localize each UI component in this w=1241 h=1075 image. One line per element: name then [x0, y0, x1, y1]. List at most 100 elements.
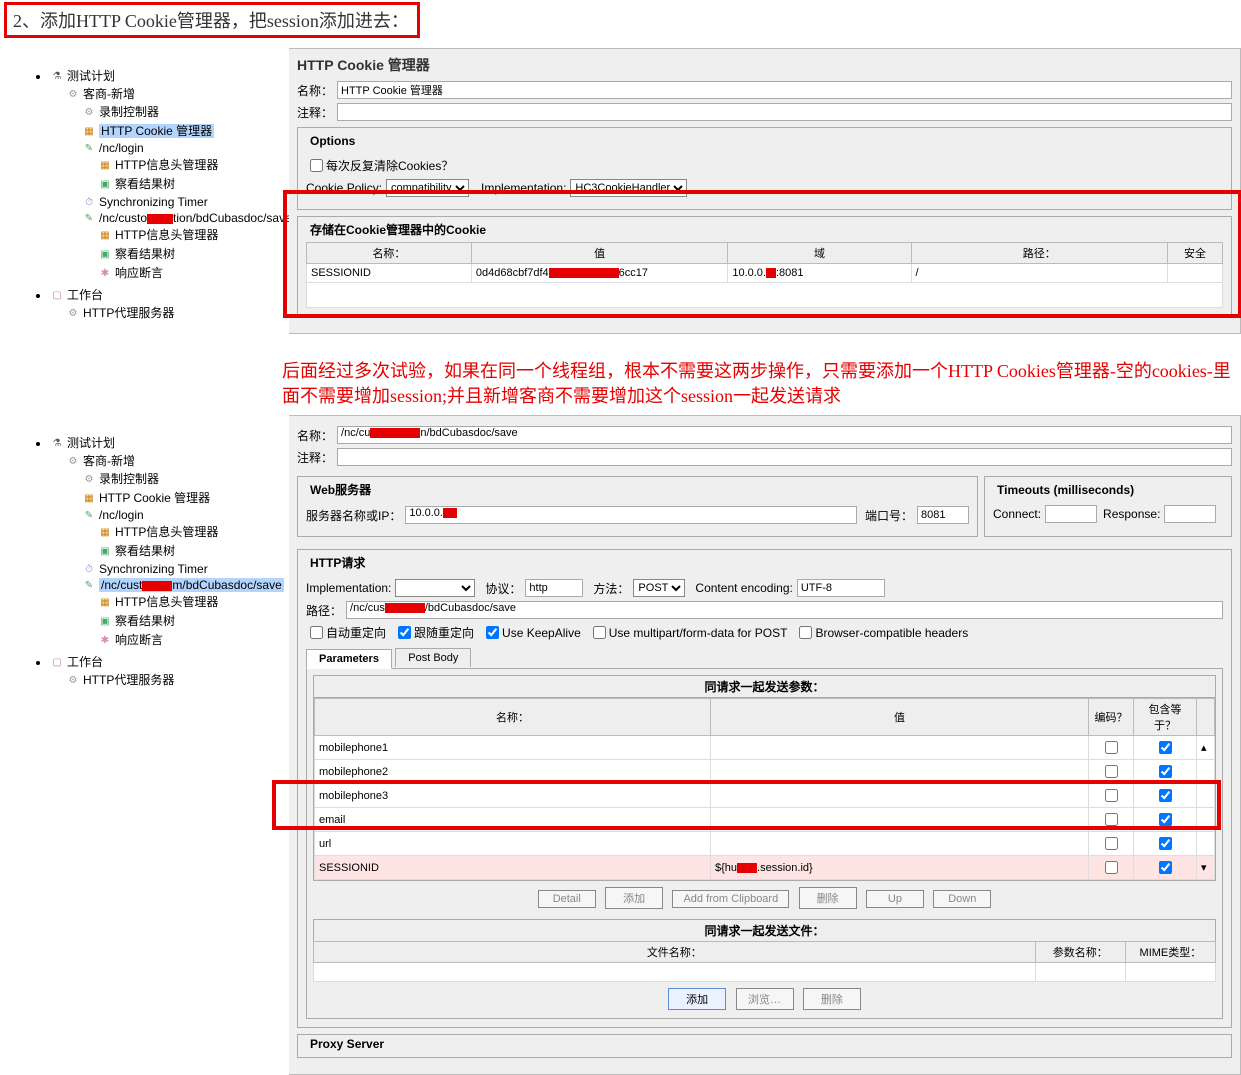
scroll-up-icon[interactable]: ▴: [1201, 742, 1207, 754]
protocol-input[interactable]: [525, 579, 583, 597]
name-input[interactable]: [337, 81, 1232, 99]
tree-header-mgr-2[interactable]: HTTP信息头管理器: [115, 228, 218, 242]
encode-checkbox[interactable]: [1105, 765, 1118, 778]
add-file-button[interactable]: 添加: [668, 988, 726, 1010]
param-row[interactable]: url: [315, 832, 1215, 856]
response-input[interactable]: [1164, 505, 1216, 523]
tree-save-req-sel[interactable]: /nc/custm/bdCubasdoc/save: [99, 578, 284, 592]
param-value[interactable]: ${hu.session.id}: [711, 856, 1089, 880]
tree-timer[interactable]: Synchronizing Timer: [99, 562, 208, 576]
equals-checkbox[interactable]: [1159, 765, 1172, 778]
cell-name[interactable]: SESSIONID: [307, 264, 472, 283]
equals-checkbox[interactable]: [1159, 789, 1172, 802]
tree-recorder[interactable]: 录制控制器: [99, 105, 159, 119]
param-value[interactable]: [711, 808, 1089, 832]
delete-param-button[interactable]: 删除: [799, 887, 857, 909]
tree-assert[interactable]: 响应断言: [115, 266, 163, 280]
port-input[interactable]: [917, 506, 969, 524]
equals-checkbox[interactable]: [1159, 741, 1172, 754]
tree-proxy[interactable]: HTTP代理服务器: [83, 673, 174, 687]
encode-checkbox[interactable]: [1105, 861, 1118, 874]
param-value[interactable]: [711, 832, 1089, 856]
tree-view-results[interactable]: 察看结果树: [115, 544, 175, 558]
delete-file-button[interactable]: 删除: [803, 988, 861, 1010]
encode-checkbox[interactable]: [1105, 837, 1118, 850]
tree-threadgroup[interactable]: 客商-新增: [83, 454, 135, 468]
param-name[interactable]: mobilephone2: [315, 760, 711, 784]
tab-postbody[interactable]: Post Body: [395, 648, 471, 667]
name-input[interactable]: /nc/cun/bdCubasdoc/save: [337, 426, 1232, 444]
tree-workbench[interactable]: 工作台: [67, 288, 103, 302]
cell-secure[interactable]: [1168, 264, 1223, 283]
tree-save-req[interactable]: /nc/custotion/bdCubasdoc/save: [99, 211, 292, 225]
tree-testplan[interactable]: 测试计划: [67, 436, 115, 450]
clear-each-checkbox[interactable]: [310, 159, 323, 172]
param-row[interactable]: SESSIONID${hu.session.id} ▾: [315, 856, 1215, 880]
browse-file-button[interactable]: 浏览…: [736, 988, 794, 1010]
encode-checkbox[interactable]: [1105, 741, 1118, 754]
tree-view-results[interactable]: 察看结果树: [115, 177, 175, 191]
tree-timer[interactable]: Synchronizing Timer: [99, 195, 208, 209]
param-row[interactable]: email: [315, 808, 1215, 832]
cookie-row[interactable]: SESSIONID 0d4d68cbf7df46cc17 10.0.0.:808…: [307, 264, 1223, 283]
tree-cookie-mgr[interactable]: HTTP Cookie 管理器: [99, 491, 210, 505]
param-value[interactable]: [711, 760, 1089, 784]
tree-assert[interactable]: 响应断言: [115, 633, 163, 647]
tree-recorder[interactable]: 录制控制器: [99, 472, 159, 486]
impl-select[interactable]: HC3CookieHandler: [570, 179, 687, 197]
tree-testplan[interactable]: 测试计划: [67, 69, 115, 83]
tree-view-results-2[interactable]: 察看结果树: [115, 614, 175, 628]
tree-login[interactable]: /nc/login: [99, 141, 144, 155]
param-row[interactable]: mobilephone1 ▴: [315, 736, 1215, 760]
detail-button[interactable]: Detail: [538, 890, 596, 908]
tree-header-mgr[interactable]: HTTP信息头管理器: [115, 158, 218, 172]
tree-cookie-mgr[interactable]: HTTP Cookie 管理器: [99, 124, 214, 138]
cookies-table[interactable]: 名称： 值 域 路径： 安全 SESSIONID 0d4d68cbf7df46c…: [306, 242, 1223, 308]
files-table[interactable]: 文件名称： 参数名称： MIME类型：: [313, 941, 1216, 982]
keepalive-checkbox[interactable]: [486, 626, 499, 639]
scroll-down-icon[interactable]: ▾: [1201, 862, 1207, 874]
param-row[interactable]: mobilephone3: [315, 784, 1215, 808]
encoding-input[interactable]: [797, 579, 885, 597]
tree-login[interactable]: /nc/login: [99, 508, 144, 522]
tree-workbench[interactable]: 工作台: [67, 655, 103, 669]
params-table[interactable]: 名称： 值 编码？ 包含等于？ mobilephone1▴mobilephone…: [314, 698, 1215, 880]
method-select[interactable]: POST: [633, 579, 685, 597]
path-input[interactable]: /nc/cus/bdCubasdoc/save: [346, 601, 1223, 619]
param-row[interactable]: mobilephone2: [315, 760, 1215, 784]
connect-input[interactable]: [1045, 505, 1097, 523]
tree-header-mgr[interactable]: HTTP信息头管理器: [115, 525, 218, 539]
param-value[interactable]: [711, 784, 1089, 808]
comment-input[interactable]: [337, 103, 1232, 121]
policy-select[interactable]: compatibility: [386, 179, 469, 197]
param-name[interactable]: url: [315, 832, 711, 856]
cell-domain[interactable]: 10.0.0.:8081: [728, 264, 911, 283]
multipart-checkbox[interactable]: [593, 626, 606, 639]
tab-parameters[interactable]: Parameters: [306, 649, 392, 669]
comment-input[interactable]: [337, 448, 1232, 466]
equals-checkbox[interactable]: [1159, 837, 1172, 850]
follow-redirect-checkbox[interactable]: [398, 626, 411, 639]
encode-checkbox[interactable]: [1105, 813, 1118, 826]
cell-path[interactable]: /: [911, 264, 1168, 283]
tree-threadgroup[interactable]: 客商-新增: [83, 87, 135, 101]
impl-select[interactable]: [395, 579, 475, 597]
tree-header-mgr-2[interactable]: HTTP信息头管理器: [115, 595, 218, 609]
param-name[interactable]: mobilephone3: [315, 784, 711, 808]
ip-input[interactable]: 10.0.0.: [405, 506, 857, 524]
tree-view-results-2[interactable]: 察看结果树: [115, 247, 175, 261]
down-button[interactable]: Down: [933, 890, 991, 908]
encode-checkbox[interactable]: [1105, 789, 1118, 802]
equals-checkbox[interactable]: [1159, 813, 1172, 826]
add-param-button[interactable]: 添加: [605, 887, 663, 909]
tree-proxy[interactable]: HTTP代理服务器: [83, 306, 174, 320]
cell-value[interactable]: 0d4d68cbf7df46cc17: [471, 264, 727, 283]
param-name[interactable]: email: [315, 808, 711, 832]
auto-redirect-checkbox[interactable]: [310, 626, 323, 639]
equals-checkbox[interactable]: [1159, 861, 1172, 874]
param-value[interactable]: [711, 736, 1089, 760]
param-name[interactable]: SESSIONID: [315, 856, 711, 880]
param-name[interactable]: mobilephone1: [315, 736, 711, 760]
compat-headers-checkbox[interactable]: [799, 626, 812, 639]
up-button[interactable]: Up: [866, 890, 924, 908]
